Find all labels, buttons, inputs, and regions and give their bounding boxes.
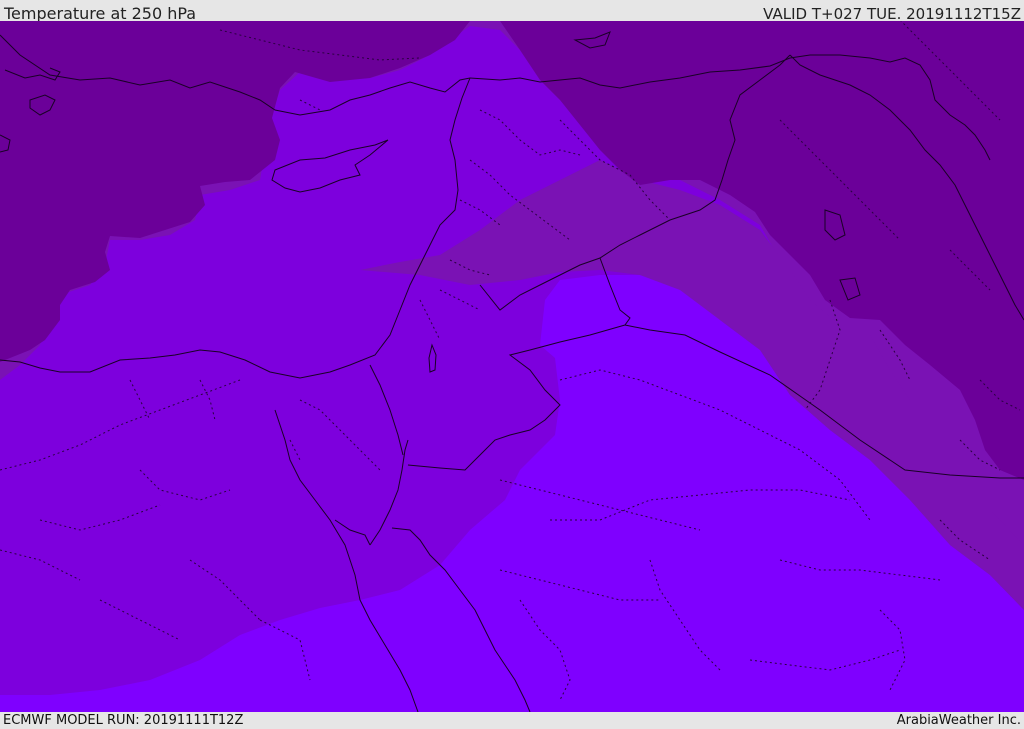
temperature-map [0, 21, 1024, 712]
model-run-label: ECMWF MODEL RUN: 20191111T12Z [3, 713, 244, 728]
footer-bar: ECMWF MODEL RUN: 20191111T12Z ArabiaWeat… [0, 712, 1024, 729]
header-bar: Temperature at 250 hPa VALID T+027 TUE. … [0, 0, 1024, 23]
credit-label: ArabiaWeather Inc. [896, 713, 1021, 728]
